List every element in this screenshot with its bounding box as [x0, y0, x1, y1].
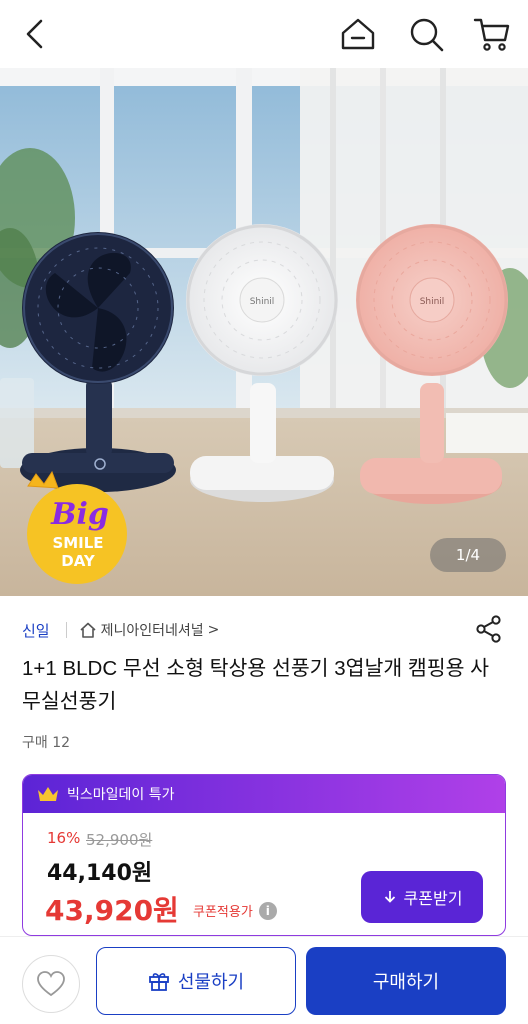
get-coupon-label: 쿠폰받기 [403, 889, 463, 908]
info-icon[interactable]: i [258, 901, 277, 920]
share-button[interactable] [474, 614, 506, 646]
home-icon [341, 18, 375, 50]
original-price: 52,900원 [86, 831, 153, 849]
deal-header-label: 빅스마일데이 특가 [67, 787, 175, 803]
shop-name: 제니아인터네셔널 [100, 623, 204, 639]
svg-text:Shinil: Shinil [250, 297, 275, 307]
shop-chevron: > [207, 622, 220, 638]
chevron-left-icon [26, 19, 43, 49]
get-coupon-button[interactable]: 쿠폰받기 [361, 871, 483, 923]
product-title: 1+1 BLDC 무선 소형 탁상용 선풍기 3엽날개 캠핑용 사무실선풍기 [22, 657, 490, 713]
deal-box: 빅스마일데이 특가 16% 52,900원 44,140원 43,920원 쿠폰… [22, 774, 506, 936]
deal-body: 16% 52,900원 44,140원 43,920원 쿠폰적용가 i 쿠폰받기 [23, 813, 505, 935]
coupon-price-label: 쿠폰적용가 i [193, 901, 277, 920]
download-icon [384, 891, 395, 903]
gallery-page-indicator: 1/4 [430, 538, 506, 572]
gift-icon [148, 973, 169, 991]
discount-rate: 16% [47, 829, 81, 847]
cart-button[interactable] [472, 14, 512, 54]
deal-header: 빅스마일데이 특가 [23, 775, 505, 813]
cart-icon [473, 18, 510, 51]
back-button[interactable] [18, 14, 52, 54]
coupon-price-label-text: 쿠폰적용가 [193, 905, 253, 920]
badge-line1: Big [50, 497, 109, 532]
svg-text:Shinil: Shinil [420, 297, 445, 307]
product-image-gallery[interactable]: Shinil Shinil Big SMILE DAY 1/4 [0, 68, 528, 596]
brand-link[interactable]: 신일 [22, 620, 50, 641]
buy-button[interactable]: 구매하기 [306, 947, 506, 1015]
top-bar [0, 0, 528, 68]
wishlist-button[interactable] [22, 955, 80, 1013]
badge-line3: DAY [61, 552, 96, 570]
bottom-action-bar: 선물하기 구매하기 [0, 936, 528, 1024]
seller-row: 신일 제니아인터네셔널 > [22, 612, 508, 648]
shop-link[interactable]: 제니아인터네셔널 > [79, 620, 220, 640]
big-smile-day-badge: Big SMILE DAY [27, 470, 127, 584]
gift-label: 선물하기 [177, 972, 245, 993]
buy-label: 구매하기 [372, 972, 440, 993]
gift-button[interactable]: 선물하기 [96, 947, 296, 1015]
badge-line2: SMILE [52, 534, 103, 552]
coupon-price: 43,920원 [45, 894, 179, 927]
heart-icon [37, 971, 65, 997]
share-icon [476, 615, 501, 643]
search-icon [410, 18, 444, 52]
purchase-count: 구매 12 [22, 735, 71, 751]
divider [65, 622, 67, 638]
home-button[interactable] [338, 14, 378, 54]
sale-price: 44,140원 [47, 861, 153, 886]
search-button[interactable] [406, 14, 446, 54]
crown-icon [38, 787, 58, 801]
shop-home-icon [80, 622, 96, 638]
